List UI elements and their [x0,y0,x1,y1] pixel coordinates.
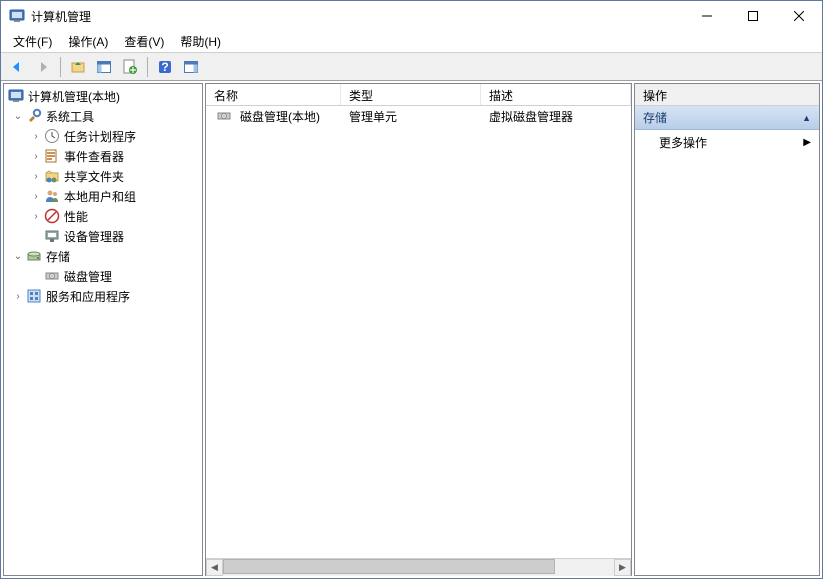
forward-button[interactable] [31,55,55,79]
tree-label: 计算机管理(本地) [28,88,120,105]
tree-label: 任务计划程序 [64,128,136,145]
tree-label: 共享文件夹 [64,168,124,185]
scroll-left-arrow[interactable]: ◀ [206,559,223,576]
menu-file[interactable]: 文件(F) [5,31,60,52]
app-icon [9,8,25,24]
tree-device-manager[interactable]: 设备管理器 [4,226,202,246]
show-hide-tree-button[interactable] [92,55,116,79]
tree-pane[interactable]: 计算机管理(本地) ⌄ 系统工具 › 任务计划程序 › 事件查看器 › 共享文件… [3,83,203,576]
disk-icon [44,268,60,284]
action-more-label: 更多操作 [659,134,707,151]
cell-name-text: 磁盘管理(本地) [240,108,320,125]
close-button[interactable] [776,1,822,31]
tools-icon [26,108,42,124]
window-controls [684,1,822,31]
show-hide-action-button[interactable] [179,55,203,79]
svg-text:?: ? [161,60,168,74]
toolbar-separator [60,57,61,77]
tree-label: 设备管理器 [64,228,124,245]
toolbar-separator [147,57,148,77]
scroll-track[interactable] [223,559,614,576]
clock-icon [44,128,60,144]
scroll-right-arrow[interactable]: ▶ [614,559,631,576]
list-body[interactable]: 磁盘管理(本地) 管理单元 虚拟磁盘管理器 [206,106,631,558]
device-icon [44,228,60,244]
chevron-down-icon[interactable]: ⌄ [12,250,24,262]
chevron-right-icon[interactable]: › [30,130,42,142]
chevron-right-icon[interactable]: › [30,210,42,222]
disk-icon [216,108,232,124]
storage-icon [26,248,42,264]
tree-label: 事件查看器 [64,148,124,165]
list-header: 名称 类型 描述 [206,84,631,106]
performance-icon [44,208,60,224]
computer-management-window: 计算机管理 文件(F) 操作(A) 查看(V) 帮助(H) ? 计算机管理(本地… [0,0,823,579]
maximize-button[interactable] [730,1,776,31]
menu-action[interactable]: 操作(A) [60,31,116,52]
tree-task-scheduler[interactable]: › 任务计划程序 [4,126,202,146]
window-title: 计算机管理 [31,8,684,25]
cell-desc: 虚拟磁盘管理器 [481,108,631,125]
collapse-up-icon: ▲ [802,113,811,123]
tree-root[interactable]: 计算机管理(本地) [4,86,202,106]
tree-label: 服务和应用程序 [46,288,130,305]
titlebar[interactable]: 计算机管理 [1,1,822,31]
action-more[interactable]: 更多操作 ▶ [635,130,819,155]
tree-disk-management[interactable]: 磁盘管理 [4,266,202,286]
back-button[interactable] [5,55,29,79]
chevron-right-icon[interactable]: › [30,190,42,202]
menubar: 文件(F) 操作(A) 查看(V) 帮助(H) [1,31,822,53]
action-header: 操作 [635,84,819,106]
horizontal-scrollbar[interactable]: ◀ ▶ [206,558,631,575]
services-icon [26,288,42,304]
action-section-label: 存储 [643,109,667,126]
main-pane: 名称 类型 描述 磁盘管理(本地) 管理单元 虚拟磁盘管理器 ◀ ▶ [205,83,632,576]
col-desc[interactable]: 描述 [481,84,631,105]
col-type[interactable]: 类型 [341,84,481,105]
properties-button[interactable] [118,55,142,79]
tree-local-users[interactable]: › 本地用户和组 [4,186,202,206]
chevron-right-icon[interactable]: › [30,170,42,182]
chevron-right-icon: ▶ [803,137,811,148]
shared-folder-icon [44,168,60,184]
tree-label: 本地用户和组 [64,188,136,205]
up-button[interactable] [66,55,90,79]
toolbar: ? [1,53,822,81]
chevron-down-icon[interactable]: ⌄ [12,110,24,122]
tree-services-apps[interactable]: › 服务和应用程序 [4,286,202,306]
help-button[interactable]: ? [153,55,177,79]
scroll-thumb[interactable] [223,559,555,574]
users-icon [44,188,60,204]
tree-event-viewer[interactable]: › 事件查看器 [4,146,202,166]
action-pane: 操作 存储 ▲ 更多操作 ▶ [634,83,820,576]
menu-view[interactable]: 查看(V) [116,31,172,52]
tree-label: 性能 [64,208,88,225]
col-name[interactable]: 名称 [206,84,341,105]
computer-icon [8,88,24,104]
minimize-button[interactable] [684,1,730,31]
chevron-right-icon[interactable]: › [12,290,24,302]
cell-type: 管理单元 [341,108,481,125]
content-area: 计算机管理(本地) ⌄ 系统工具 › 任务计划程序 › 事件查看器 › 共享文件… [1,81,822,578]
tree-label: 系统工具 [46,108,94,125]
tree-performance[interactable]: › 性能 [4,206,202,226]
tree-shared-folders[interactable]: › 共享文件夹 [4,166,202,186]
tree-storage[interactable]: ⌄ 存储 [4,246,202,266]
tree-label: 存储 [46,248,70,265]
list-row[interactable]: 磁盘管理(本地) 管理单元 虚拟磁盘管理器 [206,106,631,126]
action-section-storage[interactable]: 存储 ▲ [635,106,819,130]
cell-name: 磁盘管理(本地) [206,108,341,125]
event-icon [44,148,60,164]
tree-system-tools[interactable]: ⌄ 系统工具 [4,106,202,126]
chevron-right-icon[interactable]: › [30,150,42,162]
tree-label: 磁盘管理 [64,268,112,285]
menu-help[interactable]: 帮助(H) [172,31,229,52]
